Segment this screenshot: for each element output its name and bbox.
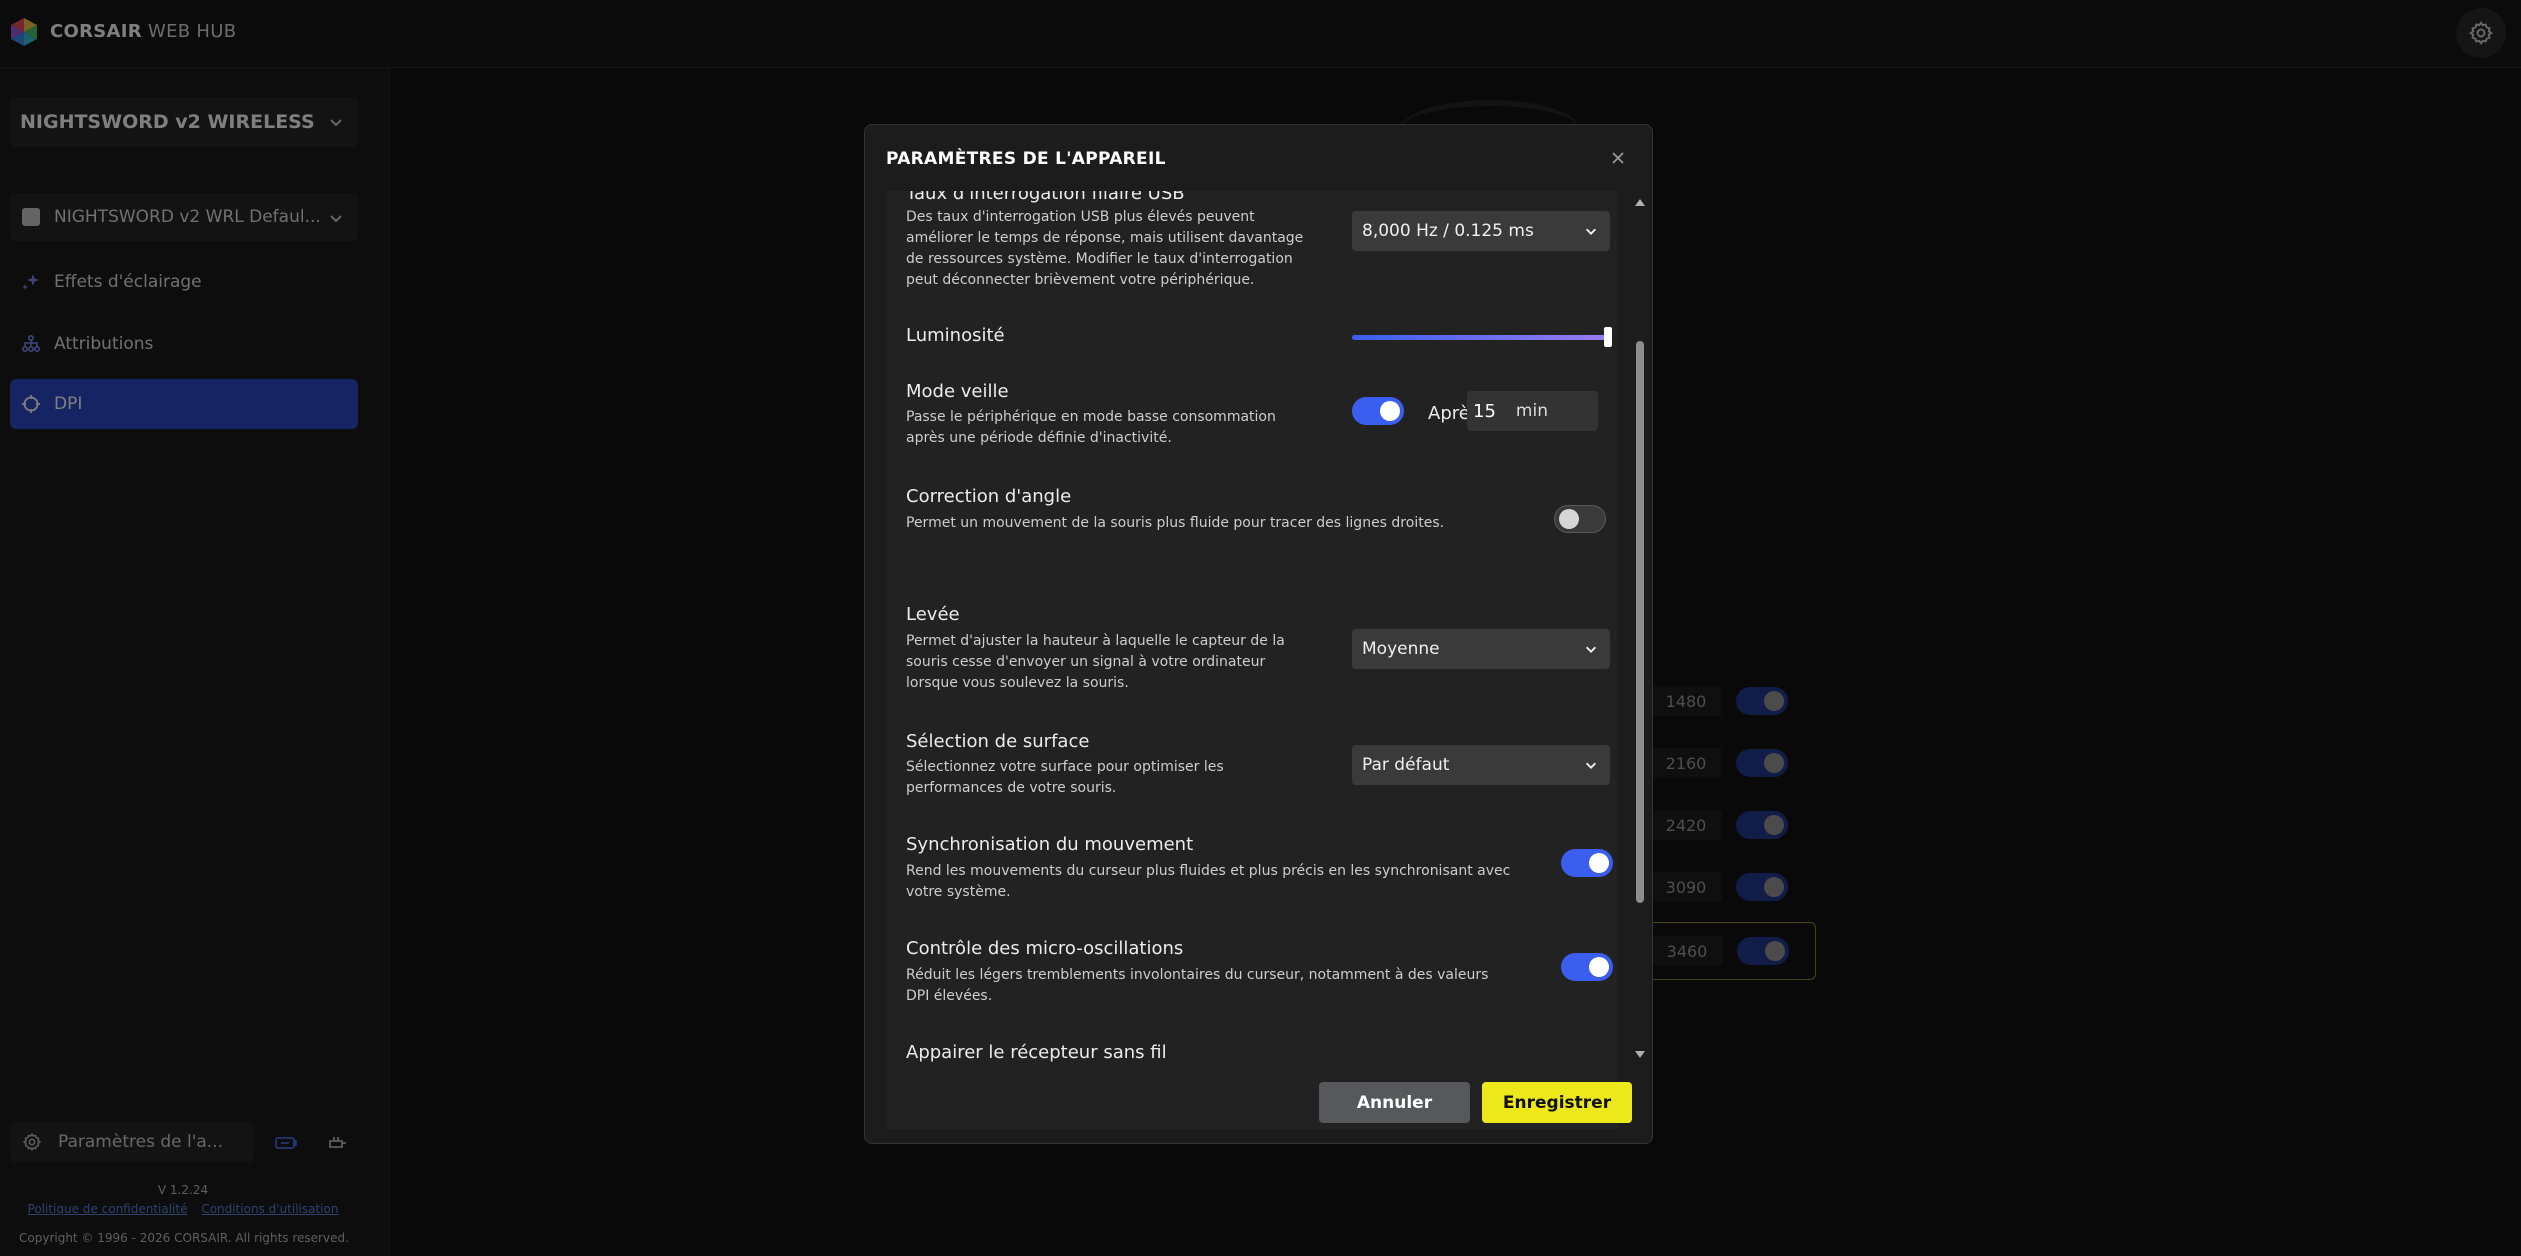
chevron-down-icon bbox=[1585, 762, 1597, 769]
brightness-title: Luminosité bbox=[906, 325, 1005, 346]
cancel-button[interactable]: Annuler bbox=[1319, 1082, 1470, 1123]
brightness-slider-thumb[interactable] bbox=[1604, 327, 1612, 347]
toggle-knob bbox=[1380, 401, 1400, 421]
scrollbar-thumb[interactable] bbox=[1636, 341, 1644, 903]
micro-oscillation-toggle[interactable] bbox=[1561, 953, 1613, 981]
usb-polling-value: 8,000 Hz / 0.125 ms bbox=[1362, 221, 1534, 241]
sleep-minutes-unit: min bbox=[1515, 401, 1548, 421]
chevron-down-icon bbox=[1585, 646, 1597, 653]
brightness-slider-track[interactable] bbox=[1352, 335, 1608, 340]
save-button[interactable]: Enregistrer bbox=[1482, 1082, 1632, 1123]
close-icon bbox=[1612, 152, 1624, 164]
sleep-mode-title: Mode veille bbox=[906, 381, 1009, 402]
angle-correction-toggle[interactable] bbox=[1554, 505, 1606, 533]
toggle-knob bbox=[1589, 853, 1609, 873]
toggle-knob bbox=[1589, 957, 1609, 977]
micro-oscillation-desc: Réduit les légers tremblements involonta… bbox=[906, 967, 1489, 1004]
chevron-down-icon bbox=[1585, 228, 1597, 235]
scroll-down-arrow-icon[interactable] bbox=[1635, 1051, 1645, 1058]
surface-selection-title: Sélection de surface bbox=[906, 731, 1090, 752]
modal-scrollbar[interactable] bbox=[1633, 199, 1645, 1059]
motion-sync-desc: Rend les mouvements du curseur plus flui… bbox=[906, 863, 1511, 900]
scroll-up-arrow-icon[interactable] bbox=[1635, 199, 1645, 206]
settings-scroll-area[interactable]: Taux d'interrogation filaire USB Des tau… bbox=[886, 191, 1618, 1129]
close-button[interactable] bbox=[1607, 147, 1629, 169]
usb-polling-dropdown[interactable]: 8,000 Hz / 0.125 ms bbox=[1352, 211, 1610, 251]
usb-polling-desc: Des taux d'interrogation USB plus élevés… bbox=[906, 209, 1304, 288]
usb-polling-title: Taux d'interrogation filaire USB bbox=[906, 191, 1185, 204]
lift-off-desc: Permet d'ajuster la hauteur à laquelle l… bbox=[906, 633, 1285, 691]
surface-selection-dropdown[interactable]: Par défaut bbox=[1352, 745, 1610, 785]
lift-off-dropdown[interactable]: Moyenne bbox=[1352, 629, 1610, 669]
sleep-minutes-value: 15 bbox=[1473, 400, 1496, 422]
micro-oscillation-title: Contrôle des micro-oscillations bbox=[906, 938, 1184, 959]
angle-correction-desc: Permet un mouvement de la souris plus fl… bbox=[906, 515, 1445, 531]
device-settings-modal: PARAMÈTRES DE L'APPAREIL Taux d'interrog… bbox=[864, 124, 1653, 1144]
toggle-knob bbox=[1559, 509, 1579, 529]
pair-receiver-title: Appairer le récepteur sans fil bbox=[906, 1042, 1167, 1063]
lift-off-value: Moyenne bbox=[1362, 639, 1440, 659]
angle-correction-title: Correction d'angle bbox=[906, 486, 1072, 507]
motion-sync-title: Synchronisation du mouvement bbox=[906, 834, 1194, 855]
motion-sync-toggle[interactable] bbox=[1561, 849, 1613, 877]
sleep-mode-toggle[interactable] bbox=[1352, 397, 1404, 425]
lift-off-title: Levée bbox=[906, 604, 960, 625]
surface-selection-value: Par défaut bbox=[1362, 755, 1450, 775]
sleep-mode-desc: Passe le périphérique en mode basse cons… bbox=[906, 409, 1276, 446]
modal-title: PARAMÈTRES DE L'APPAREIL bbox=[886, 149, 1166, 169]
surface-selection-desc: Sélectionnez votre surface pour optimise… bbox=[906, 759, 1224, 796]
sleep-minutes-input[interactable]: 15 min bbox=[1467, 391, 1598, 431]
